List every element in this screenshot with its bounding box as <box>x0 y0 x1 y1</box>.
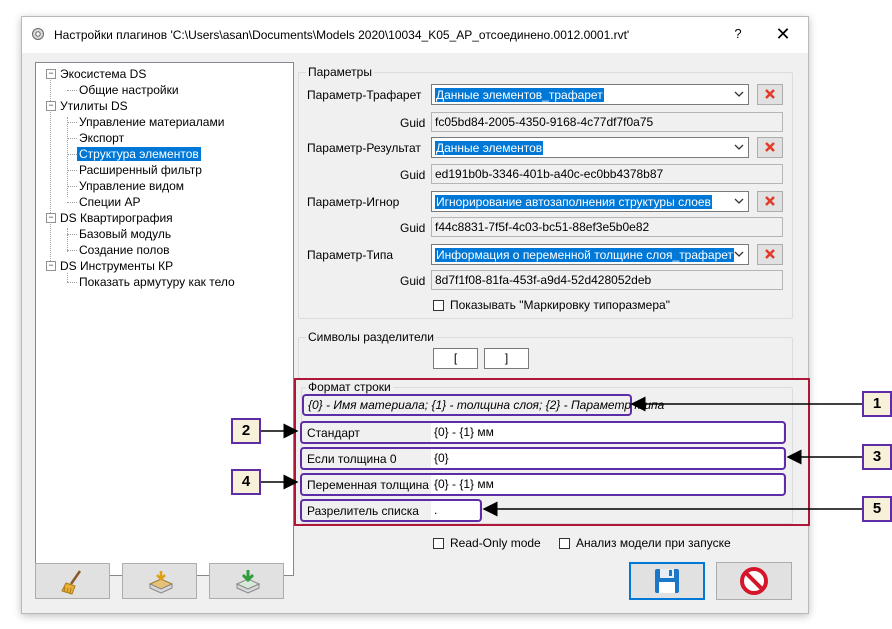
callout-4: 4 <box>231 469 261 495</box>
callout-1: 1 <box>862 391 892 417</box>
callout-5: 5 <box>862 496 892 522</box>
callout-3: 3 <box>862 444 892 470</box>
annotation-arrows <box>261 396 862 517</box>
callout-2: 2 <box>231 418 261 444</box>
